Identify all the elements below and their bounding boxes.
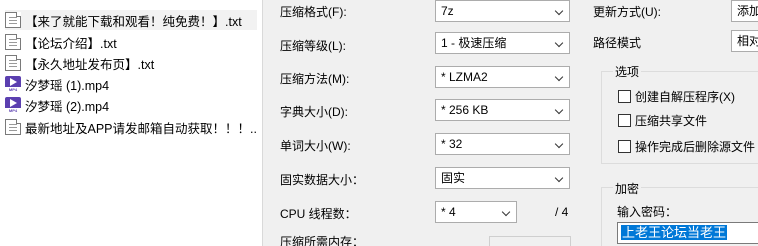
compress-shared-checkbox[interactable]: 压缩共享文件	[618, 112, 707, 129]
text-file-icon	[5, 55, 21, 71]
list-item[interactable]: 【永久地址发布页】.txt	[5, 53, 257, 73]
cpu-threads-value: * 4	[441, 205, 456, 219]
mp4-file-icon: MP4	[5, 97, 21, 113]
create-sfx-label: 创建自解压程序(X)	[635, 90, 735, 104]
options-title: 选项	[613, 63, 642, 80]
list-item[interactable]: MP4 汐梦瑶 (2).mp4	[5, 95, 257, 115]
chevron-down-icon	[498, 203, 515, 221]
file-name: 【论坛介绍】.txt	[25, 36, 117, 51]
level-select[interactable]: 1 - 极速压缩	[435, 32, 570, 54]
list-item[interactable]: MP4 汐梦瑶 (1).mp4	[5, 74, 257, 94]
path-mode-select[interactable]: 相对	[731, 30, 758, 52]
archive-settings-dialog: 压缩格式(F): 7z 压缩等级(L): 1 - 极速压缩 压缩方法(M): *…	[262, 0, 758, 246]
chevron-down-icon	[551, 169, 568, 187]
method-value: * LZMA2	[441, 70, 488, 84]
checkbox-icon	[618, 90, 631, 103]
chevron-down-icon	[551, 2, 568, 20]
file-name: 汐梦瑶 (1).mp4	[25, 78, 110, 93]
list-item[interactable]: 【来了就能下载和观看！纯免费！】.txt	[5, 10, 257, 30]
mp4-tag: MP4	[5, 108, 21, 113]
mp4-tag: MP4	[5, 87, 21, 92]
dictionary-value: * 256 KB	[441, 103, 489, 117]
delete-after-label: 操作完成后删除源文件	[635, 140, 756, 154]
level-label: 压缩等级(L):	[280, 39, 347, 53]
solid-block-select[interactable]: 固实	[435, 167, 570, 189]
text-file-icon	[5, 119, 21, 135]
file-name: 【永久地址发布页】.txt	[25, 57, 155, 72]
file-name: 【来了就能下载和观看！纯免费！】.txt	[25, 14, 242, 29]
word-size-value: * 32	[441, 137, 463, 151]
method-select[interactable]: * LZMA2	[435, 66, 570, 88]
memory-label: 压缩所需内存：	[280, 235, 365, 246]
mp4-file-icon: MP4	[5, 76, 21, 92]
memory-readout	[489, 236, 571, 246]
word-size-select[interactable]: * 32	[435, 133, 570, 155]
update-mode-select[interactable]: 添加	[731, 0, 758, 22]
path-mode-value: 相对	[737, 34, 758, 48]
compress-shared-label: 压缩共享文件	[635, 114, 708, 128]
checkbox-icon	[618, 114, 631, 127]
solid-block-label: 固实数据大小：	[280, 173, 365, 187]
cpu-threads-select[interactable]: * 4	[435, 201, 517, 223]
encryption-title: 加密	[613, 180, 642, 197]
dictionary-label: 字典大小(D):	[280, 105, 348, 119]
level-value: 1 - 极速压缩	[441, 36, 507, 50]
password-label: 输入密码：	[617, 205, 678, 219]
delete-after-checkbox[interactable]: 操作完成后删除源文件	[618, 138, 755, 155]
chevron-down-icon	[551, 101, 568, 119]
file-list: 【来了就能下载和观看！纯免费！】.txt 【论坛介绍】.txt 【永久地址发布页…	[0, 0, 262, 246]
chevron-down-icon	[551, 68, 568, 86]
cpu-threads-label: CPU 线程数：	[280, 207, 357, 221]
password-input[interactable]: 上老王论坛当老王	[617, 222, 758, 244]
file-name: 汐梦瑶 (2).mp4	[25, 99, 110, 114]
format-value: 7z	[441, 4, 454, 18]
method-label: 压缩方法(M):	[280, 72, 350, 86]
solid-block-value: 固实	[441, 171, 466, 185]
list-item[interactable]: 最新地址及APP请发邮箱自动获取！！！....	[5, 117, 257, 137]
create-sfx-checkbox[interactable]: 创建自解压程序(X)	[618, 88, 735, 105]
update-mode-label: 更新方式(U):	[593, 5, 661, 19]
update-mode-value: 添加	[737, 4, 758, 18]
chevron-down-icon	[551, 135, 568, 153]
cpu-threads-total: / 4	[555, 205, 569, 219]
dictionary-select[interactable]: * 256 KB	[435, 99, 570, 121]
format-label: 压缩格式(F):	[280, 5, 347, 19]
text-file-icon	[5, 12, 21, 28]
format-select[interactable]: 7z	[435, 0, 570, 22]
word-size-label: 单词大小(W):	[280, 139, 351, 153]
text-file-icon	[5, 34, 21, 50]
file-name: 最新地址及APP请发邮箱自动获取！！！....	[25, 121, 257, 136]
password-value: 上老王论坛当老王	[621, 225, 728, 240]
list-item[interactable]: 【论坛介绍】.txt	[5, 32, 257, 52]
path-mode-label: 路径模式	[593, 36, 642, 50]
checkbox-icon	[618, 140, 631, 153]
chevron-down-icon	[551, 34, 568, 52]
